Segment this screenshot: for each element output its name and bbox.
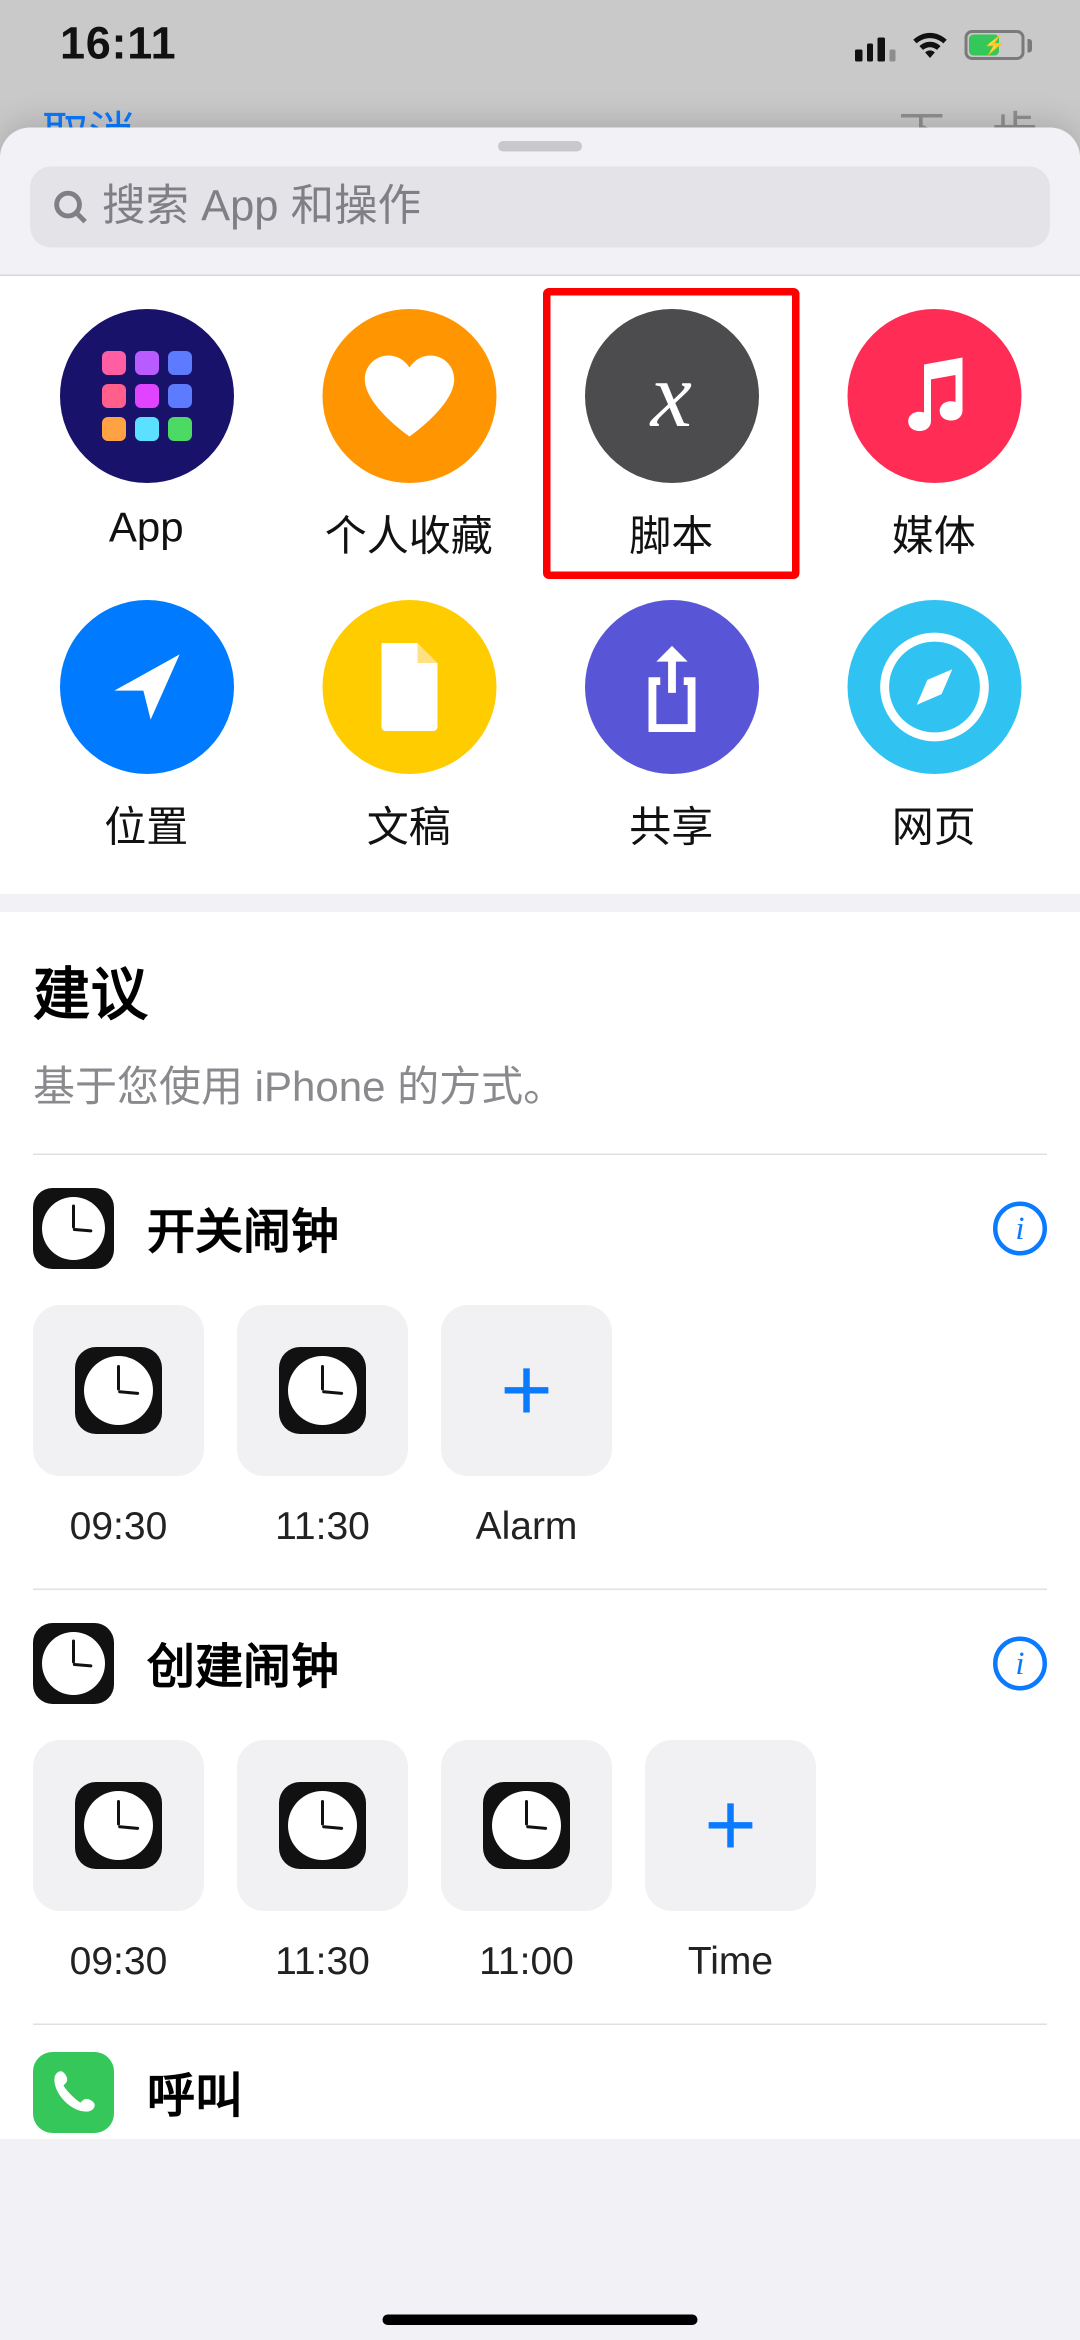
search-icon bbox=[51, 188, 90, 227]
category-location[interactable]: 位置 bbox=[15, 600, 278, 855]
category-script[interactable]: x 脚本 bbox=[540, 309, 803, 564]
category-label: 个人收藏 bbox=[325, 504, 493, 564]
battery-icon: ⚡ bbox=[965, 30, 1033, 60]
search-field[interactable] bbox=[30, 167, 1050, 248]
suggestion-tile[interactable]: 09:30 bbox=[33, 1740, 204, 1985]
plus-icon: + bbox=[704, 1781, 757, 1871]
app-grid-icon bbox=[101, 351, 191, 441]
tile-label: 11:30 bbox=[275, 1938, 370, 1985]
cellular-icon bbox=[855, 29, 896, 62]
suggestion-tile[interactable]: 09:30 bbox=[33, 1305, 204, 1550]
suggestion-tile[interactable]: 11:00 bbox=[441, 1740, 612, 1985]
suggestion-tile-add[interactable]: + Alarm bbox=[441, 1305, 612, 1550]
suggestion-group-title: 呼叫 bbox=[147, 2058, 1047, 2127]
heart-icon bbox=[364, 356, 454, 437]
clock-icon bbox=[75, 1782, 162, 1869]
location-arrow-icon bbox=[103, 644, 190, 731]
sheet-grabber[interactable] bbox=[498, 141, 582, 152]
category-documents[interactable]: 文稿 bbox=[278, 600, 541, 855]
category-label: App bbox=[109, 504, 184, 552]
suggestion-group-title: 创建闹钟 bbox=[147, 1629, 960, 1698]
clock-app-icon bbox=[33, 1623, 114, 1704]
suggestions-title: 建议 bbox=[33, 948, 1047, 1031]
script-x-icon: x bbox=[651, 343, 692, 450]
category-media[interactable]: 媒体 bbox=[803, 309, 1066, 564]
info-button[interactable]: i bbox=[993, 1202, 1047, 1256]
actions-sheet: App 个人收藏 x 脚本 媒体 bbox=[0, 128, 1080, 2340]
category-grid: App 个人收藏 x 脚本 媒体 bbox=[0, 276, 1080, 894]
compass-icon bbox=[877, 630, 991, 744]
search-input[interactable] bbox=[102, 182, 1029, 232]
phone-app-icon bbox=[33, 2052, 114, 2133]
clock-app-icon bbox=[33, 1188, 114, 1269]
tile-label: 09:30 bbox=[70, 1938, 168, 1985]
status-bar: 16:11 ⚡ bbox=[0, 0, 1080, 90]
info-button[interactable]: i bbox=[993, 1637, 1047, 1691]
clock-icon bbox=[483, 1782, 570, 1869]
category-app[interactable]: App bbox=[15, 309, 278, 564]
music-notes-icon bbox=[892, 354, 976, 438]
clock-icon bbox=[279, 1782, 366, 1869]
home-indicator[interactable] bbox=[383, 2315, 698, 2326]
suggestion-group-create-alarm: 创建闹钟 i 09:30 11:30 11:00 + Time bbox=[0, 1590, 1080, 2024]
wifi-icon bbox=[911, 30, 950, 60]
suggestion-tile[interactable]: 11:30 bbox=[237, 1305, 408, 1550]
suggestion-tile-add[interactable]: + Time bbox=[645, 1740, 816, 1985]
category-label: 网页 bbox=[892, 795, 976, 855]
clock-icon bbox=[75, 1347, 162, 1434]
tile-label: 11:30 bbox=[275, 1503, 370, 1550]
category-label: 共享 bbox=[629, 795, 713, 855]
plus-icon: + bbox=[500, 1346, 553, 1436]
tile-label: 09:30 bbox=[70, 1503, 168, 1550]
category-share[interactable]: 共享 bbox=[540, 600, 803, 855]
category-label: 脚本 bbox=[629, 504, 713, 564]
document-icon bbox=[367, 639, 451, 735]
status-time: 16:11 bbox=[60, 20, 176, 71]
suggestions-subtitle: 基于您使用 iPhone 的方式。 bbox=[33, 1055, 1047, 1115]
category-label: 媒体 bbox=[892, 504, 976, 564]
suggestion-group-call[interactable]: 呼叫 bbox=[0, 2025, 1080, 2139]
share-icon bbox=[631, 642, 712, 732]
category-label: 文稿 bbox=[367, 795, 451, 855]
category-label: 位置 bbox=[104, 795, 188, 855]
clock-icon bbox=[279, 1347, 366, 1434]
suggestion-tile[interactable]: 11:30 bbox=[237, 1740, 408, 1985]
category-favorites[interactable]: 个人收藏 bbox=[278, 309, 541, 564]
suggestion-group-toggle-alarm: 开关闹钟 i 09:30 11:30 + Alarm bbox=[0, 1155, 1080, 1589]
tile-label: Time bbox=[688, 1938, 773, 1985]
tile-label: Alarm bbox=[476, 1503, 578, 1550]
category-web[interactable]: 网页 bbox=[803, 600, 1066, 855]
suggestion-group-title: 开关闹钟 bbox=[147, 1194, 960, 1263]
tile-label: 11:00 bbox=[479, 1938, 574, 1985]
